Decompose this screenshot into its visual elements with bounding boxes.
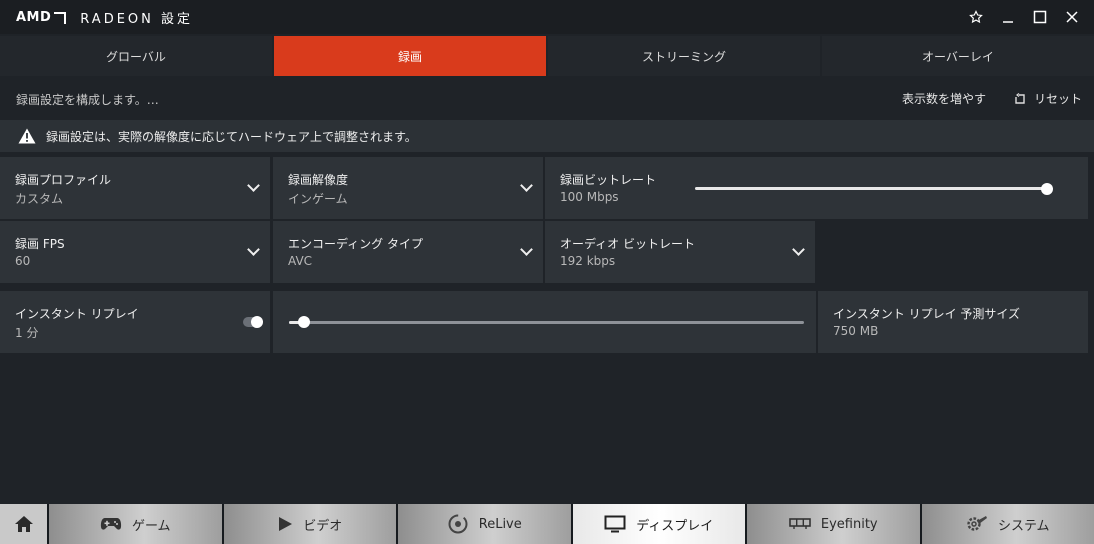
chevron-down-icon [247, 179, 260, 192]
encoding-type-dropdown[interactable]: エンコーディング タイプ AVC [273, 221, 543, 283]
recording-profile-dropdown[interactable]: 録画プロファイル カスタム [0, 157, 270, 219]
nav-display[interactable]: ディスプレイ [572, 504, 745, 544]
instant-replay-duration-slider[interactable] [289, 321, 804, 324]
gear-wrench-icon [967, 516, 987, 531]
amd-logo: AMD [16, 10, 67, 25]
window-controls [962, 5, 1086, 29]
title-bar: AMD RADEON 設定 [0, 0, 1094, 34]
info-bar: 録画設定を構成します。… 表示数を増やす リセット [0, 78, 1094, 118]
minimize-icon[interactable] [994, 5, 1022, 29]
instant-replay-value: 1 分 [15, 326, 39, 340]
star-icon[interactable] [962, 5, 990, 29]
instant-replay-size-label: インスタント リプレイ 予測サイズ [833, 307, 1021, 321]
relive-icon [448, 514, 468, 534]
monitor-icon [604, 515, 626, 533]
nav-games[interactable]: ゲーム [49, 504, 222, 544]
home-icon [14, 516, 33, 532]
chevron-down-icon [792, 243, 805, 256]
maximize-icon[interactable] [1026, 5, 1054, 29]
instant-replay-setting: インスタント リプレイ 1 分 [0, 291, 270, 353]
instant-replay-toggle-knob[interactable] [251, 316, 263, 328]
audio-bitrate-label: オーディオ ビットレート [560, 237, 695, 251]
chevron-down-icon [520, 179, 533, 192]
nav-games-label: ゲーム [131, 518, 171, 534]
nav-eyefinity[interactable]: Eyefinity [747, 504, 920, 544]
tab-global[interactable]: グローバル [0, 36, 272, 76]
nav-video-label: ビデオ [303, 518, 343, 534]
warning-text: 録画設定は、実際の解像度に応じてハードウェア上で調整されます。 [46, 129, 417, 144]
audio-bitrate-dropdown[interactable]: オーディオ ビットレート 192 kbps [545, 221, 815, 283]
tab-recording[interactable]: 録画 [274, 36, 546, 76]
amd-arrow-icon [54, 11, 67, 24]
close-icon[interactable] [1058, 5, 1086, 29]
bottom-nav: ゲーム ビデオ ReLive ディスプレイ Eyefinity システム [0, 504, 1094, 544]
recording-resolution-value: インゲーム [288, 192, 348, 206]
page-description: 録画設定を構成します。… [16, 93, 159, 107]
reset-label: リセット [1033, 92, 1082, 106]
nav-system[interactable]: システム [921, 504, 1094, 544]
nav-display-label: ディスプレイ [636, 518, 714, 534]
encoding-type-label: エンコーディング タイプ [288, 237, 423, 251]
recording-fps-label: 録画 FPS [15, 237, 65, 251]
app-title: RADEON 設定 [80, 12, 194, 27]
recording-resolution-label: 録画解像度 [288, 173, 349, 187]
reset-button[interactable]: リセット [1014, 90, 1082, 107]
nav-eyefinity-label: Eyefinity [820, 516, 878, 532]
info-actions: 表示数を増やす リセット [902, 90, 1082, 107]
instant-replay-duration-panel [273, 291, 816, 353]
tab-bar: グローバル 録画 ストリーミング オーバーレイ [0, 36, 1094, 76]
tab-streaming[interactable]: ストリーミング [548, 36, 820, 76]
show-more-button[interactable]: 表示数を増やす [902, 90, 986, 107]
nav-video[interactable]: ビデオ [223, 504, 396, 544]
instant-replay-size-value: 750 MB [833, 324, 879, 338]
brand: AMD RADEON 設定 [16, 8, 193, 27]
recording-resolution-dropdown[interactable]: 録画解像度 インゲーム [273, 157, 543, 219]
recording-bitrate-slider[interactable] [695, 187, 1047, 190]
recording-fps-value: 60 [15, 254, 31, 268]
nav-relive[interactable]: ReLive [398, 504, 571, 544]
instant-replay-duration-handle[interactable] [298, 316, 311, 328]
warning-icon [18, 128, 36, 144]
recording-bitrate-slider-handle[interactable] [1041, 183, 1053, 195]
tab-overlay[interactable]: オーバーレイ [822, 36, 1094, 76]
instant-replay-label: インスタント リプレイ [15, 307, 139, 321]
eyefinity-icon [789, 518, 811, 529]
warning-banner: 録画設定は、実際の解像度に応じてハードウェア上で調整されます。 [0, 120, 1094, 152]
recording-profile-value: カスタム [15, 192, 64, 206]
audio-bitrate-value: 192 kbps [560, 254, 616, 268]
recording-bitrate-setting: 録画ビットレート 100 Mbps [545, 157, 1088, 219]
instant-replay-size-setting: インスタント リプレイ 予測サイズ 750 MB [818, 291, 1088, 353]
reset-icon [1015, 92, 1025, 104]
nav-system-label: システム [997, 518, 1050, 534]
nav-relive-label: ReLive [478, 516, 522, 532]
chevron-down-icon [520, 243, 533, 256]
play-icon [279, 517, 293, 531]
gamepad-icon [100, 518, 122, 530]
recording-profile-label: 録画プロファイル [15, 173, 112, 187]
recording-fps-dropdown[interactable]: 録画 FPS 60 [0, 221, 270, 283]
chevron-down-icon [247, 243, 260, 256]
recording-bitrate-value: 100 Mbps [560, 190, 619, 204]
amd-logo-text: AMD [16, 10, 52, 25]
home-button[interactable] [0, 504, 47, 544]
recording-bitrate-label: 録画ビットレート [560, 173, 657, 187]
encoding-type-value: AVC [288, 254, 313, 268]
